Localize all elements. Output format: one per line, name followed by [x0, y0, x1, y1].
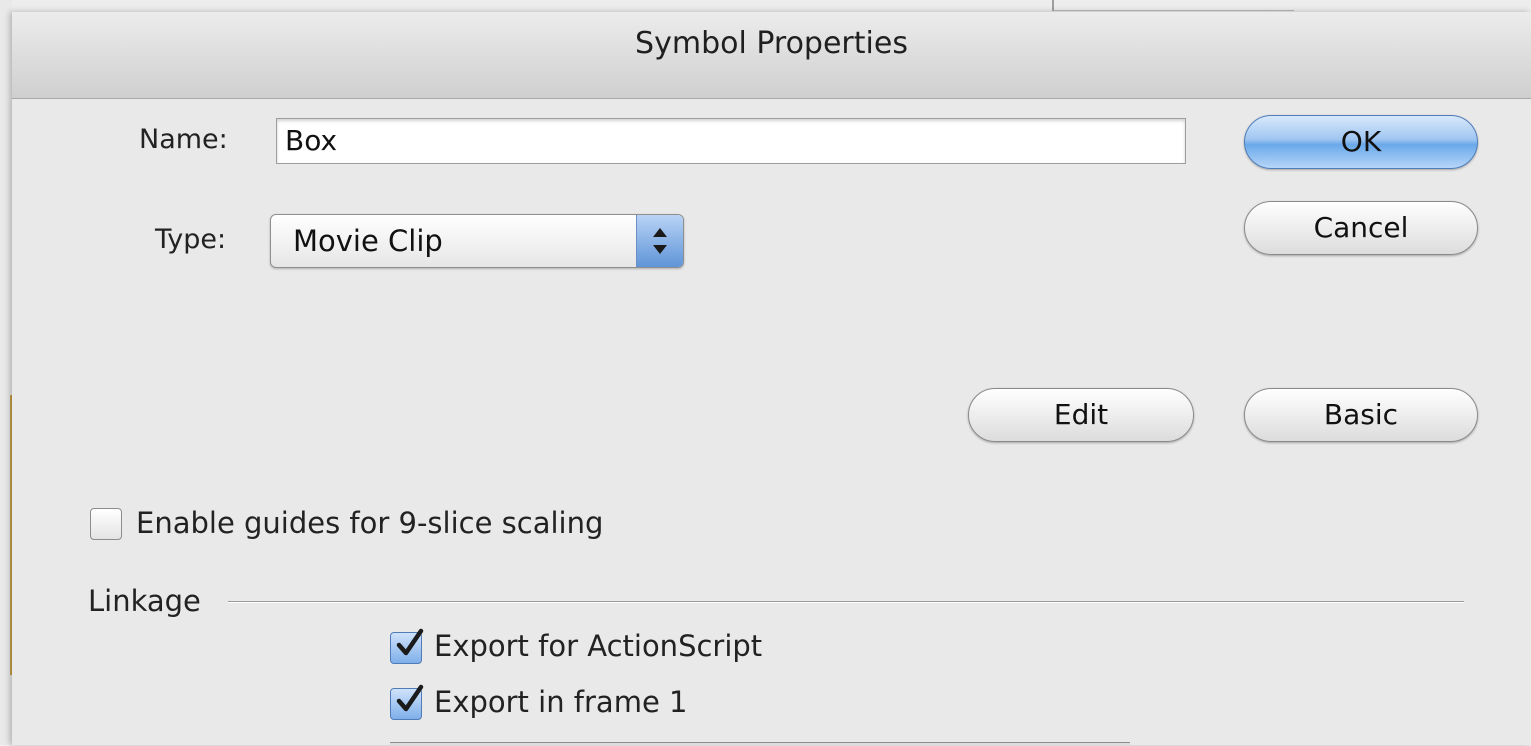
nine-slice-checkbox[interactable]: [90, 508, 122, 540]
checkmark-icon: [396, 628, 424, 656]
type-select-value: Movie Clip: [293, 224, 443, 258]
checkmark-icon: [396, 684, 424, 712]
name-label: Name:: [139, 124, 228, 155]
linkage-divider: [228, 601, 1464, 603]
select-stepper-icon: [636, 215, 683, 267]
basic-button[interactable]: Basic: [1244, 388, 1478, 442]
background-window-top: [12, 0, 1531, 12]
symbol-properties-dialog: Symbol Properties Name: Type: Movie Clip…: [12, 12, 1531, 746]
edit-button[interactable]: Edit: [968, 388, 1194, 442]
export-actionscript-label: Export for ActionScript: [434, 629, 763, 663]
class-field-edge[interactable]: [390, 742, 1130, 746]
dialog-titlebar: Symbol Properties: [12, 12, 1531, 99]
type-label: Type:: [155, 224, 227, 255]
cancel-button[interactable]: Cancel: [1244, 201, 1478, 255]
export-actionscript-checkbox[interactable]: [390, 628, 424, 664]
export-frame1-checkbox[interactable]: [390, 684, 424, 720]
nine-slice-label: Enable guides for 9-slice scaling: [136, 506, 604, 540]
dialog-title: Symbol Properties: [635, 26, 908, 61]
background-window-edge: [0, 0, 13, 745]
ok-button[interactable]: OK: [1244, 115, 1478, 169]
linkage-section-label: Linkage: [88, 584, 201, 618]
name-input[interactable]: [276, 118, 1186, 164]
background-ghost-control: [1052, 0, 1294, 11]
export-frame1-label: Export in frame 1: [434, 685, 688, 719]
type-select[interactable]: Movie Clip: [270, 214, 684, 268]
